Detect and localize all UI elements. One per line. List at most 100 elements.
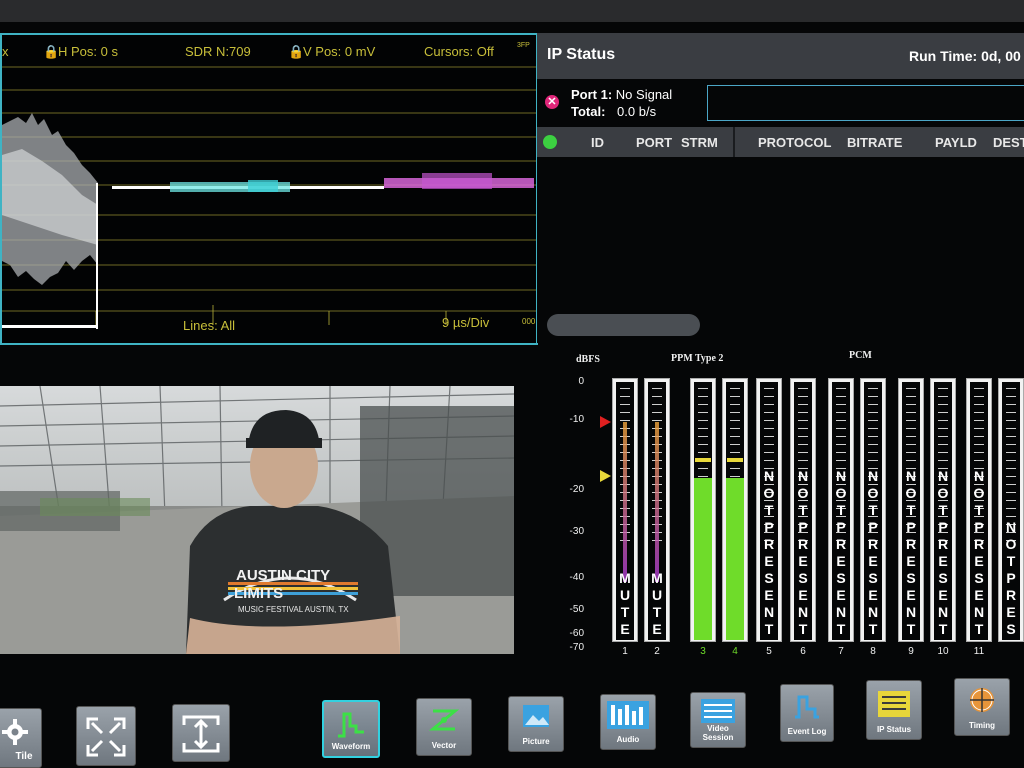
audio-meter-panel[interactable]: dBFS PPM Type 2 PCM 0 -10 -20 -30 -40 -50 -60 -…	[540, 348, 1024, 668]
timing-crosshair-icon	[970, 688, 994, 712]
audio-meter-channel[interactable]: NOT PRESENT	[828, 378, 854, 642]
meter-tick	[938, 444, 948, 445]
channel-number: 9	[908, 646, 914, 657]
audio-meter-channel[interactable]: NOT PRESENT	[966, 378, 992, 642]
meter-tick	[652, 412, 662, 413]
meter-tick	[698, 476, 708, 477]
horizontal-scrollbar[interactable]	[547, 314, 700, 336]
meter-tick	[764, 388, 774, 389]
fullscreen-button[interactable]	[76, 706, 136, 766]
meter-tick	[906, 388, 916, 389]
meter-tick	[868, 388, 878, 389]
meter-tick	[730, 404, 740, 405]
picture-label: Picture	[522, 737, 550, 746]
port-label: Port 1:	[571, 87, 613, 102]
lock-icon: 🔒	[43, 44, 60, 59]
audio-meter-channel[interactable]: NOT PRESENT	[898, 378, 924, 642]
audio-meter-channel[interactable]: NOT PRESENT	[790, 378, 816, 642]
meter-tick	[938, 404, 948, 405]
col-bitrate[interactable]: BITRATE	[847, 135, 902, 150]
meter-tick	[868, 444, 878, 445]
meter-tick	[1006, 468, 1016, 469]
sdr-readout: SDR N:709	[185, 44, 251, 59]
audio-meter-channel[interactable]: MUTE	[612, 378, 638, 642]
shirt-text-line-1: AUSTIN CITY	[236, 567, 330, 584]
meter-tick	[698, 396, 708, 397]
audio-meter-channel[interactable]: NOT PRESENT	[756, 378, 782, 642]
meter-tick	[698, 412, 708, 413]
split-view-button[interactable]	[172, 704, 230, 762]
col-protocol[interactable]: PROTOCOL	[758, 135, 831, 150]
meter-well: NOT PRESENT	[832, 382, 850, 640]
meter-tick	[730, 468, 740, 469]
channel-state-text: NOT PRESENT	[970, 468, 988, 638]
col-dest[interactable]: DEST	[993, 135, 1024, 150]
meter-tick	[730, 476, 740, 477]
waveform-panel[interactable]: x 🔒 H Pos: 0 s SDR N:709 🔒 V Pos: 0 mV C…	[0, 33, 538, 345]
channel-number: 7	[838, 646, 844, 657]
col-id[interactable]: ID	[591, 135, 604, 150]
peak-hold-marker	[695, 458, 711, 462]
meter-tick	[868, 396, 878, 397]
audio-button[interactable]: Audio	[600, 694, 656, 750]
meter-well: NOT PRESENT	[934, 382, 952, 640]
meter-tick	[868, 420, 878, 421]
meter-tick	[836, 428, 846, 429]
meter-well: NOT PRESENT	[794, 382, 812, 640]
channel-state-value: NOT PRESENT	[937, 468, 949, 637]
col-payld[interactable]: PAYLD	[935, 135, 977, 150]
ip-status-button[interactable]: IP Status	[866, 680, 922, 740]
meter-tick	[836, 404, 846, 405]
meter-tick	[1006, 436, 1016, 437]
mute-glow	[623, 422, 627, 582]
channel-number: 6	[800, 646, 806, 657]
picture-panel[interactable]: AUSTIN CITY LIMITS MUSIC FESTIVAL AUSTIN…	[0, 386, 514, 654]
meter-tick	[974, 428, 984, 429]
audio-meter-channel[interactable]	[690, 378, 716, 642]
meter-tick	[906, 404, 916, 405]
tile-button[interactable]: Tile	[0, 708, 42, 768]
meter-tick	[698, 428, 708, 429]
total-label: Total:	[571, 104, 606, 119]
audio-meter-channel[interactable]: NOT PRESENT	[930, 378, 956, 642]
vector-button[interactable]: Vector	[416, 698, 472, 756]
picture-icon	[523, 705, 549, 727]
meter-tick	[974, 452, 984, 453]
meter-tick	[798, 404, 808, 405]
meter-tick	[938, 452, 948, 453]
gear-icon	[2, 719, 28, 745]
dbfs-tick-label: 0	[578, 376, 584, 387]
meter-tick	[974, 388, 984, 389]
vector-label: Vector	[431, 741, 457, 750]
col-strm[interactable]: STRM	[681, 135, 718, 150]
cursors-readout: Cursors: Off	[424, 44, 494, 59]
meter-tick	[906, 420, 916, 421]
picture-button[interactable]: Picture	[508, 696, 564, 752]
meter-tick	[906, 436, 916, 437]
col-port[interactable]: PORT	[636, 135, 672, 150]
hpos-text: H Pos: 0 s	[58, 44, 118, 59]
meter-tick	[836, 420, 846, 421]
timing-button[interactable]: Timing	[954, 678, 1010, 736]
meter-tick	[730, 420, 740, 421]
meter-tick	[836, 412, 846, 413]
meter-tick	[938, 460, 948, 461]
waveform-button[interactable]: Waveform	[322, 700, 380, 758]
audio-meters-icon	[607, 701, 649, 729]
audio-meter-channel[interactable]	[722, 378, 748, 642]
meter-tick	[906, 452, 916, 453]
audio-meter-channel[interactable]: NOT PRESENT	[860, 378, 886, 642]
meter-well: MUTE	[648, 382, 666, 640]
ip-status-panel[interactable]: IP Status Run Time: 0d, 00 ✕ Port 1: No …	[537, 33, 1024, 343]
audio-meter-channel[interactable]: NOT PRES	[998, 378, 1024, 642]
channel-state-value: MUTE	[651, 570, 663, 637]
video-session-button[interactable]: Video Session	[690, 692, 746, 748]
audio-meter-channel[interactable]: MUTE	[644, 378, 670, 642]
event-log-button[interactable]: Event Log	[780, 684, 834, 742]
port-detail-box[interactable]	[707, 85, 1024, 121]
vpos-readout: V Pos: 0 mV	[303, 44, 376, 59]
meter-well: MUTE	[616, 382, 634, 640]
meter-tick	[764, 412, 774, 413]
meter-tick	[1006, 404, 1016, 405]
meter-tick	[698, 436, 708, 437]
